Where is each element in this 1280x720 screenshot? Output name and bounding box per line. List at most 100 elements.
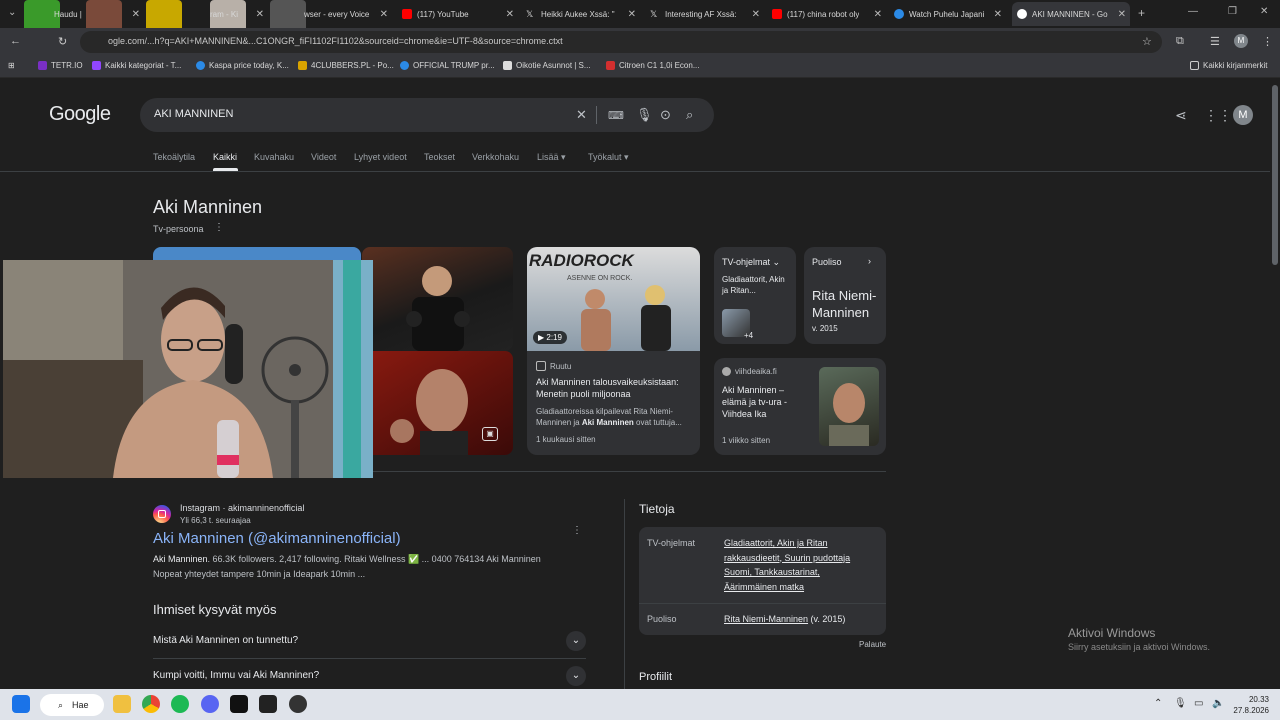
extensions-icon[interactable]: ⧉ (1176, 35, 1184, 48)
file-explorer-icon[interactable] (113, 695, 131, 713)
bookmark-item[interactable]: OFFICIAL TRUMP pr... (400, 61, 495, 70)
close-icon[interactable]: ✕ (628, 9, 636, 20)
close-icon[interactable]: ✕ (132, 9, 140, 20)
browser-tab[interactable]: (117) china robot oly ✕ (772, 2, 886, 26)
tab-tools[interactable]: Työkalut ▾ (588, 152, 629, 163)
maximize-icon[interactable]: ❐ (1228, 6, 1237, 17)
tray-expand-icon[interactable]: ⌃ (1154, 698, 1162, 709)
page-scrollbar[interactable] (1270, 79, 1280, 689)
bookmark-item[interactable]: Oikotie Asunnot | S... (503, 61, 591, 70)
network-icon[interactable]: ▭ (1194, 698, 1203, 709)
tv-link[interactable]: Gladiaattorit, Akin ja Ritan (724, 538, 828, 548)
bookmark-item[interactable]: TETR.IO (38, 61, 83, 70)
tab-search-icon[interactable]: ⌄ (8, 7, 16, 18)
browser-tab[interactable]: 𝕏 Interesting AF Xssä: ✕ (650, 2, 764, 26)
tab-more[interactable]: Lisää ▾ (537, 152, 566, 163)
microphone-icon[interactable]: 🎙 (636, 107, 653, 123)
obs-icon[interactable] (289, 695, 307, 713)
google-logo[interactable]: Google (49, 103, 111, 126)
paa-question[interactable]: Kumpi voitti, Immu vai Aki Manninen? (153, 670, 319, 681)
tab-label: Heikki Aukee Xssä: " (541, 9, 615, 19)
search-box[interactable]: AKI MANNINEN ✕ ⌨ 🎙 ⊙ ⌕ (140, 98, 714, 132)
search-input[interactable]: AKI MANNINEN (154, 108, 233, 120)
paa-question[interactable]: Mistä Aki Manninen on tunnettu? (153, 635, 298, 646)
close-icon[interactable]: ✕ (994, 9, 1002, 20)
discord-icon[interactable] (201, 695, 219, 713)
taskbar-clock[interactable]: 20.33 27.8.2026 (1233, 694, 1269, 716)
close-icon[interactable]: ✕ (1118, 9, 1126, 20)
tv-shows-card[interactable]: TV-ohjelmat ⌄ Gladiaattorit, Akin ja Rit… (714, 247, 796, 344)
video-card[interactable]: RADIOROCK ASENNE ON ROCK. ▶ 2:19 Ruutu A… (527, 247, 700, 455)
browser-tab[interactable]: Watch Puhelu Japani ✕ (894, 2, 1006, 26)
lens-icon[interactable]: ⊙ (660, 107, 671, 123)
scroll-thumb[interactable] (1272, 85, 1278, 265)
article-card[interactable]: viihdeaika.fi Aki Manninen – elämä ja tv… (714, 358, 886, 455)
browser-tab[interactable]: Haudu | ✕ (54, 2, 144, 26)
result-title-link[interactable]: Aki Manninen (@akimanninenofficial) (153, 530, 401, 547)
minimize-icon[interactable]: — (1188, 6, 1198, 17)
x-app-icon[interactable] (230, 695, 248, 713)
tv-link[interactable]: Äärimmäinen matka (724, 582, 804, 592)
tab-all[interactable]: Kaikki (213, 152, 237, 162)
bookmark-star-icon[interactable]: ☆ (1142, 35, 1152, 48)
apps-grid-icon[interactable]: ⋮⋮ (1204, 107, 1232, 124)
tab-short-videos[interactable]: Lyhyet videot (354, 152, 407, 162)
tab-works[interactable]: Teokset (424, 152, 455, 162)
new-tab-icon[interactable]: + (1138, 6, 1145, 20)
close-icon[interactable]: ✕ (752, 9, 760, 20)
chrome-icon[interactable] (142, 695, 160, 713)
keyboard-icon[interactable]: ⌨ (608, 109, 624, 122)
spouse-link[interactable]: Rita Niemi-Manninen (724, 614, 808, 624)
share-icon[interactable]: ⋖ (1175, 107, 1187, 124)
close-window-icon[interactable]: ✕ (1260, 6, 1268, 17)
account-avatar[interactable]: M (1233, 105, 1253, 125)
browser-tab[interactable]: (117) YouTube ✕ (402, 2, 518, 26)
entity-image[interactable]: ▣ (362, 351, 513, 455)
app-icon[interactable] (259, 695, 277, 713)
reload-icon[interactable]: ↻ (58, 35, 67, 48)
close-icon[interactable]: ✕ (874, 9, 882, 20)
result-site[interactable]: Instagram · akimanninenofficial (180, 503, 304, 513)
taskbar-search[interactable]: ⌕ Hae (40, 694, 104, 716)
bookmark-item[interactable]: Kaikki kategoriat - T... (92, 61, 181, 70)
browser-tab-active[interactable]: AKI MANNINEN - Go ✕ (1012, 2, 1130, 26)
reading-list-icon[interactable]: ☰ (1210, 35, 1220, 48)
browser-tab[interactable]: wser - every Voice ✕ (304, 2, 392, 26)
bookmark-item[interactable]: 4CLUBBERS.PL - Po... (298, 61, 394, 70)
chevron-down-icon[interactable]: ⌄ (566, 631, 586, 651)
profile-avatar[interactable]: M (1234, 34, 1248, 48)
feedback-link[interactable]: Palaute (859, 640, 886, 649)
tab-images[interactable]: Kuvahaku (254, 152, 294, 162)
entity-image[interactable] (362, 247, 513, 351)
browser-tab[interactable]: 𝕏 Heikki Aukee Xssä: " ✕ (526, 2, 640, 26)
more-options-icon[interactable]: ⋮ (214, 222, 224, 233)
result-options-icon[interactable]: ⋮ (572, 525, 582, 536)
windows-start-icon[interactable] (12, 695, 30, 713)
tv-link[interactable]: Suomi, Tankkaustarinat, (724, 567, 820, 577)
all-bookmarks[interactable]: Kaikki kirjanmerkit (1190, 61, 1267, 70)
url-text: ogle.com/...h?q=AKI+MANNINEN&...C1ONGR_f… (108, 36, 563, 46)
menu-icon[interactable]: ⋮ (1262, 35, 1273, 48)
image-gallery-icon[interactable]: ▣ (482, 427, 498, 441)
tab-web[interactable]: Verkkohaku (472, 152, 519, 162)
close-icon[interactable]: ✕ (380, 9, 388, 20)
tab-ai-mode[interactable]: Tekoälytila (153, 152, 195, 162)
close-icon[interactable]: ✕ (256, 9, 264, 20)
tv-shows-value[interactable]: Gladiaattorit, Akin ja Ritan rakkausdiee… (724, 536, 882, 594)
apps-icon[interactable]: ⊞ (8, 61, 15, 70)
clear-icon[interactable]: ✕ (576, 107, 587, 123)
browser-tab[interactable]: ram - Ki ✕ (210, 2, 268, 26)
volume-icon[interactable]: 🔈 (1212, 698, 1224, 709)
chevron-down-icon[interactable]: ⌄ (566, 666, 586, 686)
address-bar[interactable]: ogle.com/...h?q=AKI+MANNINEN&...C1ONGR_f… (80, 31, 1162, 53)
bookmark-item[interactable]: Kaspa price today, K... (196, 61, 289, 70)
back-icon[interactable]: ← (10, 35, 21, 47)
bookmark-item[interactable]: Citroen C1 1,0i Econ... (606, 61, 699, 70)
tv-link[interactable]: rakkausdieetit, Suurin pudottaja (724, 553, 850, 563)
search-icon[interactable]: ⌕ (686, 107, 693, 123)
tab-videos[interactable]: Videot (311, 152, 336, 162)
spouse-card[interactable]: Puoliso › Rita Niemi-Manninen v. 2015 (804, 247, 886, 344)
microphone-icon[interactable]: 🎙 (1174, 698, 1187, 709)
close-icon[interactable]: ✕ (506, 9, 514, 20)
spotify-icon[interactable] (171, 695, 189, 713)
